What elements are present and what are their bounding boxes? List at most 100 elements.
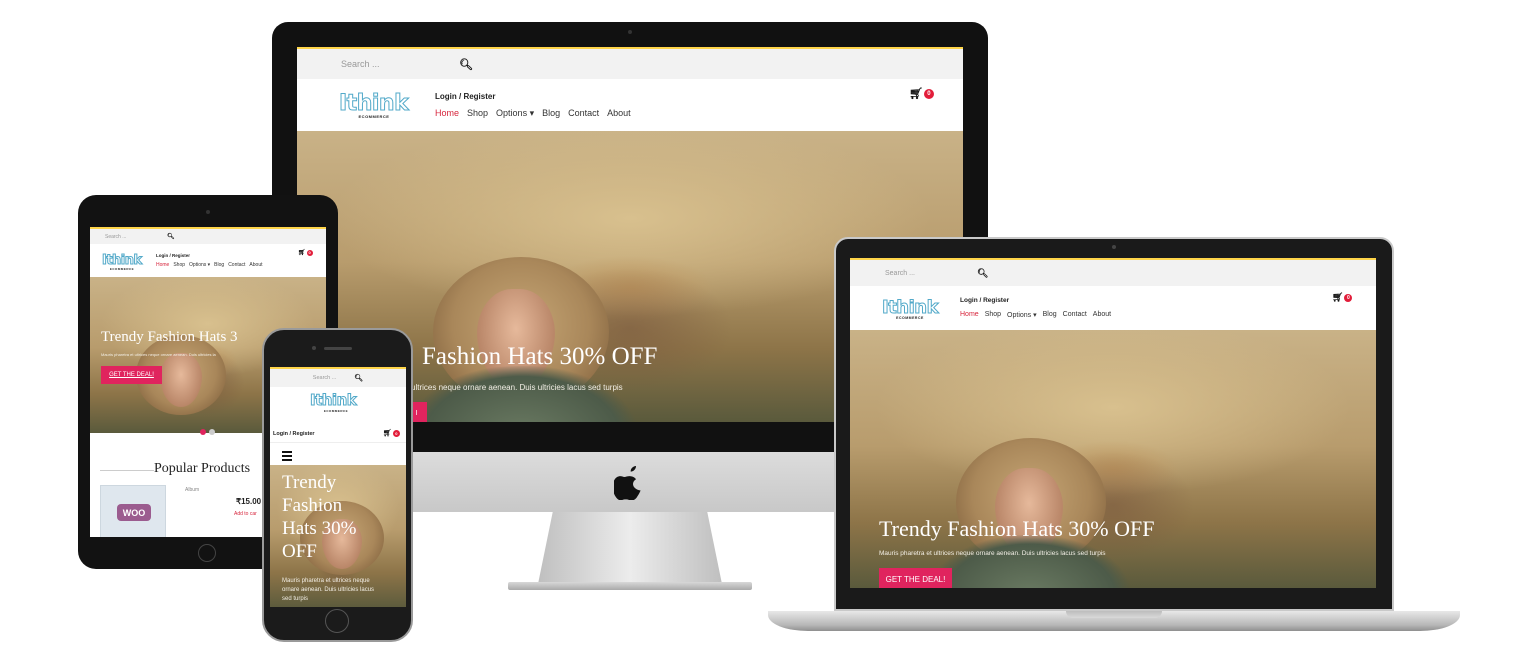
add-to-cart-link[interactable]: Add to car bbox=[234, 511, 257, 517]
nav-about[interactable]: About bbox=[249, 262, 262, 268]
hero-description-line: ornare aenean. Duis ultricies lacus bbox=[282, 587, 375, 593]
cart-button[interactable]: 🛒︎ 0 bbox=[1332, 292, 1353, 303]
nav-options[interactable]: Options ▾ bbox=[1007, 311, 1037, 319]
search-icon[interactable]: 🔍︎ bbox=[977, 268, 988, 279]
search-icon[interactable]: 🔍︎ bbox=[459, 58, 473, 71]
site-logo[interactable]: Ithink ECOMMERCE bbox=[881, 296, 960, 320]
nav-contact[interactable]: Contact bbox=[568, 108, 599, 119]
search-input[interactable]: Search ... bbox=[341, 59, 459, 69]
laptop-website: Search ... 🔍︎ Ithink ECOMMERCE Login / R… bbox=[850, 258, 1376, 588]
site-header: Ithink ECOMMERCE Login / Register Home S… bbox=[297, 79, 963, 131]
nav-options[interactable]: Options ▾ bbox=[189, 262, 210, 268]
cart-count-badge: 0 bbox=[392, 429, 400, 437]
apple-logo-icon bbox=[614, 466, 641, 500]
hero-slider: Trendy Fashion Hats 30% OFF Mauris phare… bbox=[270, 465, 406, 607]
logo-subtitle: ECOMMERCE bbox=[323, 409, 349, 413]
site-logo[interactable]: Ithink ECOMMERCE bbox=[309, 391, 370, 414]
login-register-link[interactable]: Login / Register bbox=[156, 253, 263, 258]
logo-text: Ithink bbox=[338, 91, 409, 117]
slider-dots[interactable] bbox=[200, 429, 215, 435]
nav-home[interactable]: Home bbox=[960, 311, 979, 319]
nav-contact[interactable]: Contact bbox=[1063, 311, 1087, 319]
logo-text: Ithink bbox=[881, 296, 939, 318]
nav-blog[interactable]: Blog bbox=[542, 108, 560, 119]
site-topbar: Search ... 🔍︎ bbox=[850, 260, 1376, 286]
hero-model-shoulders bbox=[407, 366, 637, 422]
nav-shop[interactable]: Shop bbox=[467, 108, 488, 119]
cart-count-badge: 0 bbox=[306, 249, 313, 256]
main-nav: Home Shop Options ▾ Blog Contact About bbox=[156, 262, 263, 268]
hero-title-line: Hats 30% bbox=[282, 518, 357, 539]
phone-menu-row bbox=[270, 443, 406, 465]
site-logo[interactable]: Ithink ECOMMERCE bbox=[102, 251, 156, 271]
phone-login-row: Login / Register 🛒︎ 0 bbox=[270, 423, 406, 443]
logo-text: Ithink bbox=[102, 252, 143, 268]
search-input[interactable]: Search ... bbox=[313, 375, 337, 381]
cart-count-badge: 0 bbox=[1344, 293, 1353, 302]
get-the-deal-button[interactable]: GET THE DEAL! bbox=[879, 568, 952, 588]
hero-description-line: sed turpis bbox=[282, 596, 309, 602]
nav-shop[interactable]: Shop bbox=[173, 262, 185, 268]
hero-title: Trendy Fashion Hats 30% OFF bbox=[879, 516, 1155, 541]
hero-title: Trendy Fashion Hats 3 bbox=[101, 329, 238, 345]
product-category[interactable]: Album bbox=[185, 487, 199, 493]
laptop-camera bbox=[1112, 245, 1116, 249]
product-price: ₹15.00 bbox=[236, 497, 262, 506]
login-register-link[interactable]: Login / Register bbox=[435, 92, 631, 101]
phone-home-button bbox=[325, 609, 349, 633]
hero-model-image bbox=[160, 353, 202, 407]
hero-description: Mauris pharetra et ultrices neque ornare… bbox=[879, 550, 1106, 557]
imac-camera bbox=[628, 30, 632, 34]
phone-speaker bbox=[324, 347, 352, 350]
cart-button[interactable]: 🛒︎ 0 bbox=[383, 429, 400, 437]
nav-options[interactable]: Options ▾ bbox=[496, 108, 534, 119]
site-logo[interactable]: Ithink ECOMMERCE bbox=[338, 91, 435, 120]
tablet-camera bbox=[206, 210, 210, 214]
hero-description: Mauris pharetra et ultrices neque ornare… bbox=[282, 577, 374, 604]
tablet-home-button bbox=[198, 544, 216, 562]
cart-count-badge: 0 bbox=[923, 88, 934, 99]
header-menu: Login / Register Home Shop Options ▾ Blo… bbox=[435, 92, 631, 119]
nav-blog[interactable]: Blog bbox=[1043, 311, 1057, 319]
search-input[interactable]: Search ... bbox=[885, 270, 977, 277]
nav-about[interactable]: About bbox=[1093, 311, 1111, 319]
hero-title: Fashion Hats 30% OFF bbox=[422, 343, 658, 370]
nav-about[interactable]: About bbox=[607, 108, 631, 119]
popular-products-heading: Popular Products bbox=[154, 461, 251, 476]
nav-shop[interactable]: Shop bbox=[985, 311, 1001, 319]
woo-logo-icon: WOO bbox=[117, 504, 151, 521]
site-topbar: Search ... 🔍︎ bbox=[270, 369, 406, 387]
hamburger-menu-icon[interactable] bbox=[282, 451, 292, 461]
hero-slider: Trendy Fashion Hats 30% OFF Mauris phare… bbox=[850, 330, 1376, 588]
hero-title-line: Fashion bbox=[282, 495, 343, 516]
nav-blog[interactable]: Blog bbox=[214, 262, 224, 268]
nav-home[interactable]: Home bbox=[435, 108, 459, 119]
search-input[interactable]: Search ... bbox=[105, 234, 167, 240]
header-menu: Login / Register Home Shop Options ▾ Blo… bbox=[156, 253, 263, 268]
main-nav: Home Shop Options ▾ Blog Contact About bbox=[960, 311, 1111, 319]
nav-home[interactable]: Home bbox=[156, 262, 169, 268]
search-icon[interactable]: 🔍︎ bbox=[167, 233, 175, 240]
search-icon[interactable]: 🔍︎ bbox=[354, 374, 363, 382]
hero-description: Mauris pharetra et ultrices neque ornare… bbox=[101, 352, 216, 357]
nav-contact[interactable]: Contact bbox=[228, 262, 245, 268]
login-register-link[interactable]: Login / Register bbox=[960, 297, 1111, 304]
logo-text: Ithink bbox=[309, 391, 357, 410]
cart-button[interactable]: 🛒︎ 0 bbox=[298, 249, 313, 256]
login-register-link[interactable]: Login / Register bbox=[273, 431, 315, 437]
get-the-deal-button[interactable]: GET THE DEAL! bbox=[101, 366, 162, 384]
imac-base bbox=[508, 582, 752, 590]
site-header: Ithink ECOMMERCE bbox=[270, 387, 406, 423]
hero-title: Trendy Fashion Hats 30% OFF bbox=[282, 471, 356, 563]
imac-stand bbox=[538, 512, 722, 584]
cart-icon: 🛒︎ bbox=[909, 88, 923, 100]
laptop-hinge-notch bbox=[1066, 611, 1162, 618]
product-thumbnail[interactable]: WOO bbox=[100, 485, 166, 537]
phone-camera bbox=[312, 346, 316, 350]
site-header: Ithink ECOMMERCE Login / Register Home S… bbox=[850, 286, 1376, 330]
site-topbar: Search ... 🔍︎ bbox=[297, 49, 963, 79]
cart-icon: 🛒︎ bbox=[383, 430, 392, 437]
hero-description-line: Mauris pharetra et ultrices neque bbox=[282, 578, 370, 584]
cart-button[interactable]: 🛒︎ 0 bbox=[909, 87, 934, 100]
main-nav: Home Shop Options ▾ Blog Contact About bbox=[435, 108, 631, 119]
